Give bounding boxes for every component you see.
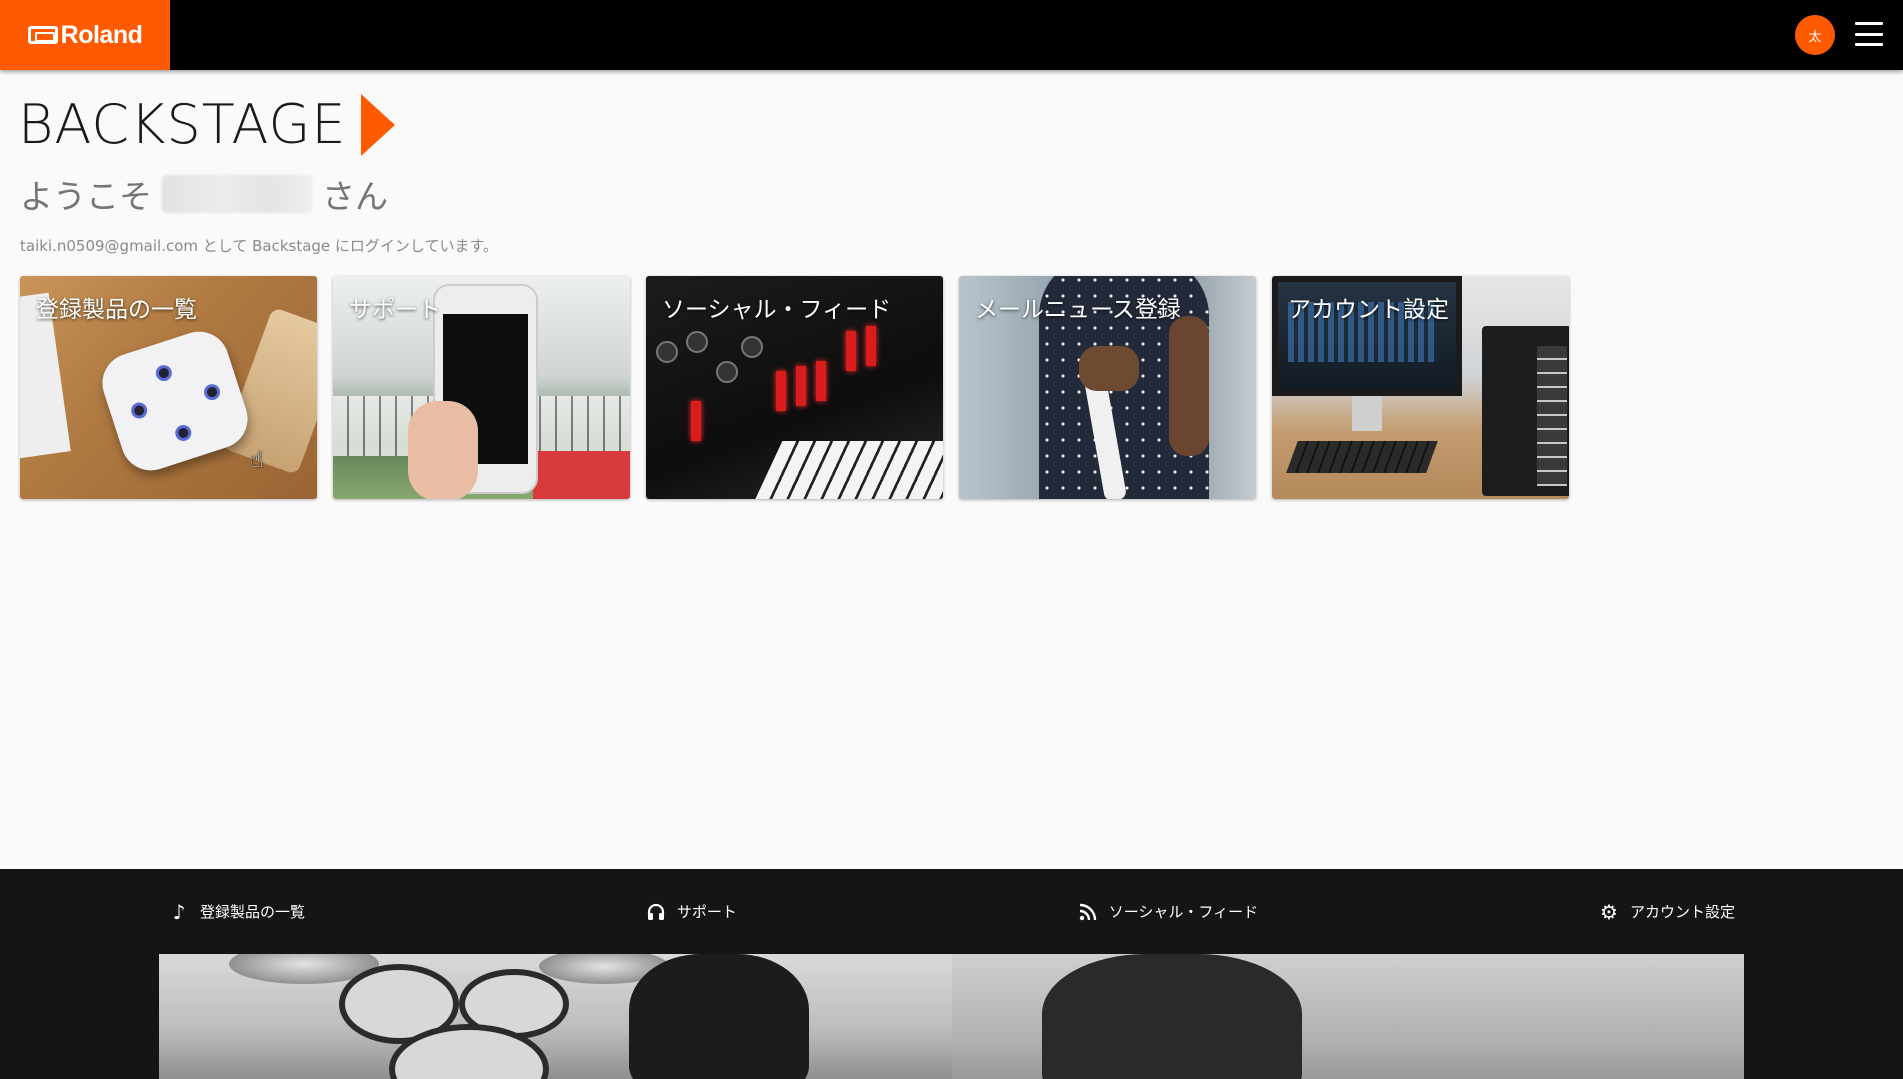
logo-text: Roland	[60, 20, 143, 49]
tile-label: アカウント設定	[1288, 297, 1449, 323]
footer-banner	[159, 954, 1744, 1079]
backstage-title: BACKSTAGE	[18, 93, 347, 156]
guitarist-photo	[951, 954, 1744, 1079]
footer-link-social-feed[interactable]: ソーシャル・フィード	[1077, 901, 1258, 923]
tile-mail-news[interactable]: メールニュース登録	[959, 276, 1256, 499]
footer-link-label: 登録製品の一覧	[200, 903, 306, 921]
tile-registered-products[interactable]: 登録製品の一覧	[20, 276, 317, 499]
blurred-user-name	[162, 175, 312, 213]
top-bar: Roland 太	[0, 0, 1903, 70]
music-note-icon: ♪	[172, 899, 186, 924]
welcome-suffix: さん	[322, 177, 388, 216]
tile-label: メールニュース登録	[975, 297, 1181, 323]
hamburger-menu-icon[interactable]	[1855, 22, 1883, 46]
footer-link-support[interactable]: サポート	[645, 901, 737, 923]
footer-nav: ♪ 登録製品の一覧 サポート ソーシャル・フィード ⚙ アカウント設定	[168, 869, 1735, 954]
rss-feed-icon	[1077, 901, 1099, 923]
headphones-icon	[645, 901, 667, 923]
tile-label: ソーシャル・フィード	[662, 297, 892, 323]
play-arrow-icon	[360, 94, 395, 156]
login-status-text: taiki.n0509@gmail.com として Backstage にログイ…	[20, 237, 498, 255]
drummer-photo	[159, 954, 952, 1079]
roland-logo-mark-icon	[27, 26, 58, 44]
tile-support[interactable]: サポート	[333, 276, 630, 499]
roland-logo[interactable]: Roland	[0, 0, 170, 70]
backstage-heading: BACKSTAGE	[18, 94, 395, 156]
tile-label: サポート	[349, 297, 441, 323]
tile-social-feed[interactable]: ソーシャル・フィード	[646, 276, 943, 499]
welcome-message: ようこそ さん	[20, 172, 388, 216]
welcome-prefix: ようこそ	[20, 177, 152, 216]
footer-link-label: サポート	[676, 903, 737, 921]
footer: ♪ 登録製品の一覧 サポート ソーシャル・フィード ⚙ アカウント設定	[0, 869, 1903, 1079]
tile-account-settings[interactable]: アカウント設定	[1272, 276, 1569, 499]
footer-link-label: アカウント設定	[1629, 903, 1735, 921]
user-avatar[interactable]: 太	[1795, 15, 1835, 55]
footer-link-registered-products[interactable]: ♪ 登録製品の一覧	[168, 901, 305, 923]
footer-link-account-settings[interactable]: ⚙ アカウント設定	[1598, 901, 1735, 923]
gear-icon: ⚙	[1600, 899, 1618, 924]
footer-link-label: ソーシャル・フィード	[1108, 903, 1259, 921]
tile-label: 登録製品の一覧	[36, 297, 197, 323]
